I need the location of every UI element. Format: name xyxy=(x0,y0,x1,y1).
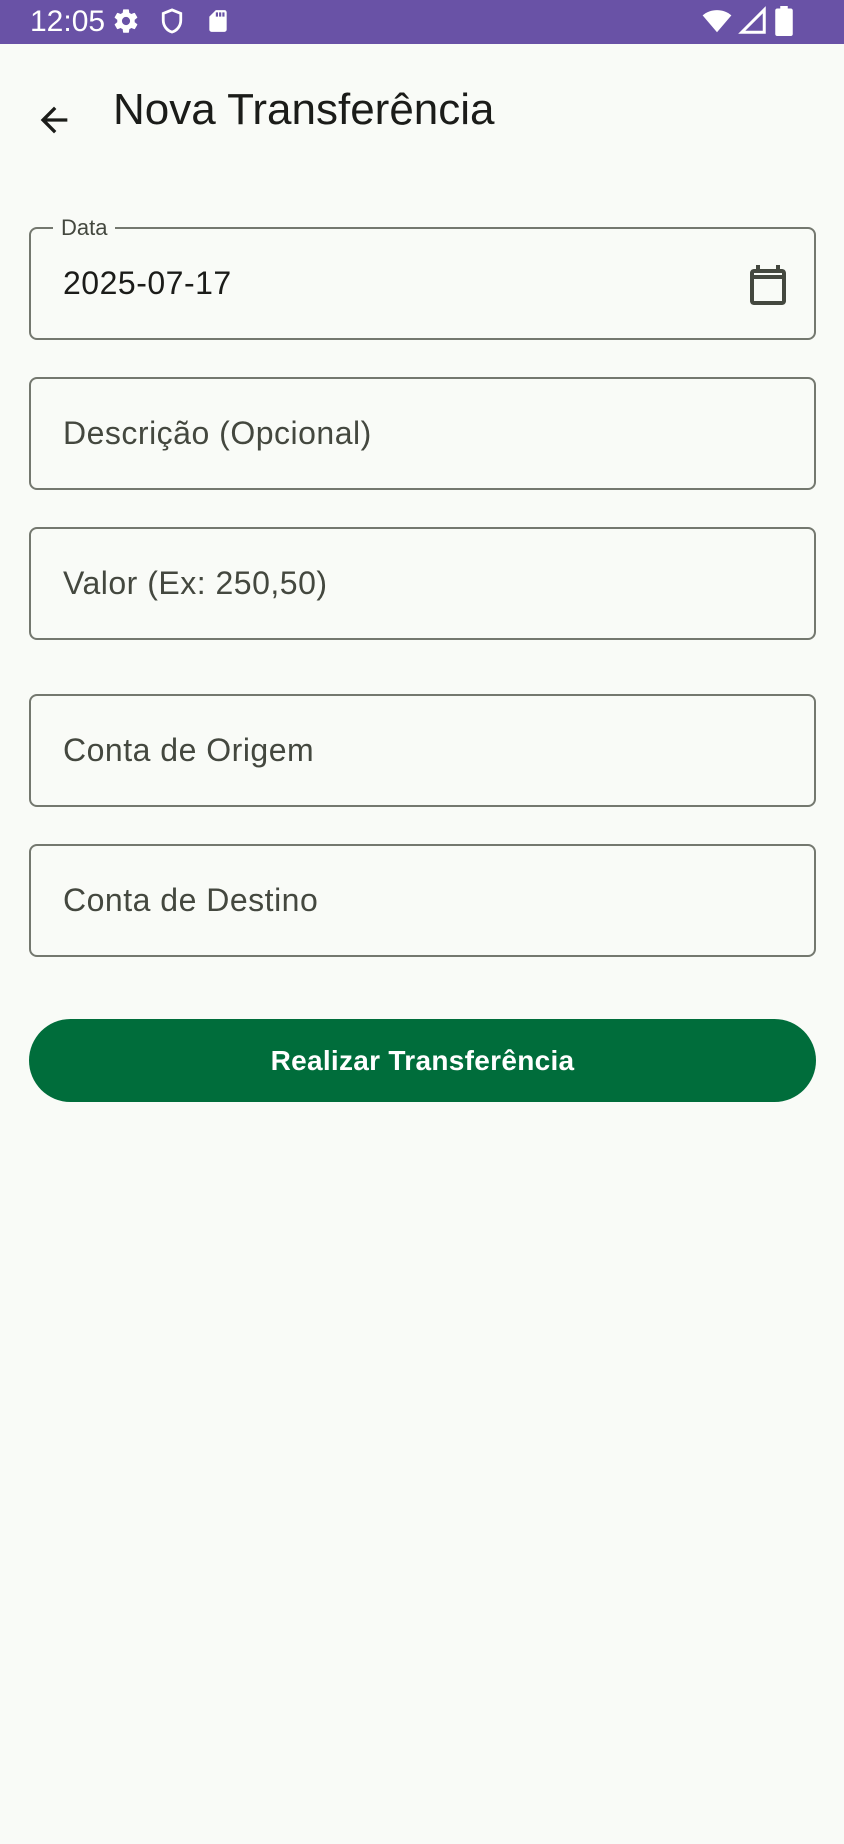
amount-placeholder: Valor (Ex: 250,50) xyxy=(63,565,328,601)
app-bar: Nova Transferência xyxy=(0,44,844,178)
arrow-back-icon xyxy=(40,106,68,134)
description-field[interactable]: Descrição (Opcional) xyxy=(29,377,816,490)
submit-transfer-button[interactable]: Realizar Transferência xyxy=(29,1019,816,1102)
calendar-icon[interactable] xyxy=(744,261,792,309)
amount-field[interactable]: Valor (Ex: 250,50) xyxy=(29,527,816,640)
description-placeholder: Descrição (Opcional) xyxy=(63,415,372,451)
date-field-value: 2025-07-17 xyxy=(63,265,232,301)
shield-icon xyxy=(161,8,183,34)
status-bar: 12:05 xyxy=(0,0,844,44)
destination-account-field[interactable]: Conta de Destino xyxy=(29,844,816,957)
date-field[interactable]: Data 2025-07-17 xyxy=(29,215,816,340)
wifi-icon xyxy=(702,10,732,33)
back-button[interactable] xyxy=(22,88,86,152)
status-time: 12:05 xyxy=(30,5,106,38)
destination-account-placeholder: Conta de Destino xyxy=(63,882,319,918)
page-title: Nova Transferência xyxy=(113,85,495,134)
origin-account-placeholder: Conta de Origem xyxy=(63,732,315,768)
signal-icon xyxy=(738,6,766,34)
origin-account-field[interactable]: Conta de Origem xyxy=(29,694,816,807)
gear-icon xyxy=(114,9,138,33)
battery-icon xyxy=(775,6,793,36)
submit-transfer-label: Realizar Transferência xyxy=(270,1044,575,1076)
sd-card-icon xyxy=(209,10,227,32)
